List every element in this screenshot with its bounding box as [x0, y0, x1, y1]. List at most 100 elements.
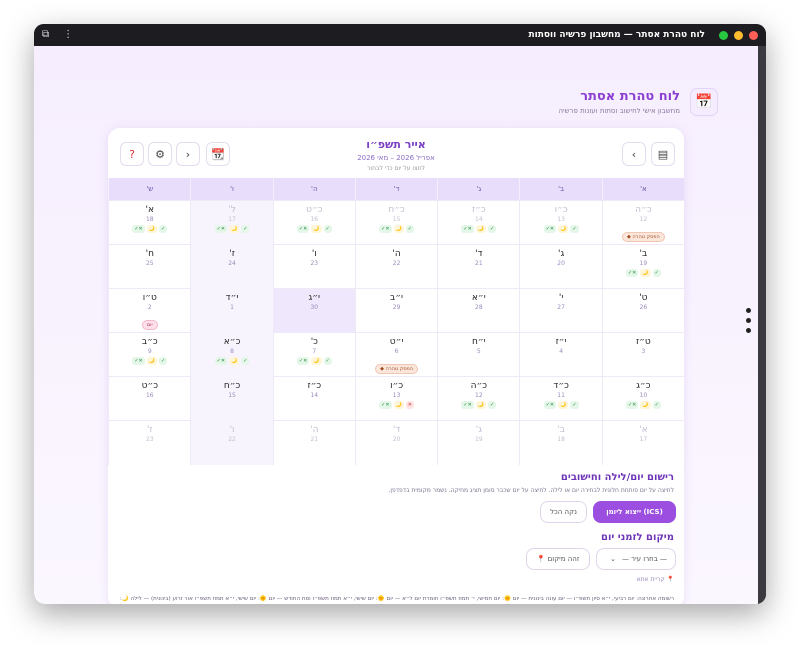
gregorian-date: 21: [310, 436, 319, 443]
calendar-day-cell[interactable]: כ״ח 15: [190, 377, 273, 421]
calendar-day-cell[interactable]: ב' 19 ✓✕ 🌙 ✓: [601, 245, 684, 289]
prev-month-button[interactable]: ‹: [622, 142, 646, 166]
calendar-day-cell[interactable]: ו' 22: [190, 421, 273, 465]
calendar-day-cell[interactable]: י״ז 4: [519, 333, 601, 377]
check-icon: ✓✕: [296, 357, 310, 365]
gregorian-date: 12: [475, 392, 483, 399]
extension-icon[interactable]: ⧉: [42, 29, 49, 40]
gregorian-date: 5: [476, 348, 481, 355]
check-icon: ✓: [158, 225, 168, 233]
gregorian-date: 15: [228, 392, 236, 399]
check-icon: ✓✕: [132, 357, 145, 365]
zoom-button[interactable]: [719, 30, 728, 40]
gregorian-date: 11: [557, 392, 565, 399]
detect-location-button[interactable]: 📍 זהה מיקום: [526, 548, 590, 570]
calendar-day-cell[interactable]: ה' 22: [354, 245, 437, 289]
month-title: אייר תשפ״ו: [366, 138, 426, 151]
gregorian-date: 23: [310, 260, 319, 267]
calendar-day-cell[interactable]: י״ט 6 הפסק טהרה ◆: [354, 333, 437, 377]
gregorian-date: 22: [392, 260, 401, 267]
location-title: מיקום לזמני יום: [600, 532, 674, 543]
calendar-day-cell[interactable]: ג' 19: [437, 421, 519, 465]
hebrew-date: ט״ו: [142, 293, 157, 303]
calendar-grid: א' ב' ג' ד' ה' ו' ש' כ״ה 12 הפסק טהרה ◆ כ״ו 13 ✓✕ 🌙 ✓…: [108, 178, 684, 465]
check-icon: ✓✕: [461, 401, 474, 409]
calendar-day-cell[interactable]: ט' 26: [601, 289, 684, 333]
gregorian-date: 14: [475, 216, 483, 223]
next-month-button[interactable]: ›: [176, 142, 200, 166]
calendar-day-cell[interactable]: כ״ז 14 ✓✕ 🌙 ✓: [437, 201, 519, 245]
hebrew-date: י״ח: [471, 337, 486, 347]
calendar-day-cell[interactable]: א' 17: [601, 421, 684, 465]
calendar-day-cell[interactable]: ח' 25: [108, 245, 190, 289]
moon-icon: 🌙: [393, 401, 404, 409]
calendar-day-cell[interactable]: כ״ב 9 ✓✕ 🌙 ✓: [108, 333, 190, 377]
settings-button[interactable]: ⚙: [148, 142, 172, 166]
calendar-day-cell[interactable]: א' 18 ✓✕ 🌙 ✓: [108, 201, 190, 245]
hebrew-date: י״ט: [389, 337, 404, 347]
hebrew-date: כ״ד: [553, 381, 569, 391]
moon-icon: 🌙: [640, 401, 651, 409]
calendar-day-cell[interactable]: ב' 18: [519, 421, 601, 465]
calendar-day-cell[interactable]: כ״ה 12 הפסק טהרה ◆: [601, 201, 684, 245]
calendar-day-cell[interactable]: כ״ט 16: [108, 377, 190, 421]
calendar-day-cell[interactable]: כ״ט 16 ✓✕ 🌙 ✓: [272, 201, 355, 245]
calendar-icon: 📆: [211, 147, 225, 161]
calendar-week-row: ט' 26 י' 27 י״א 28 י״ב 29 י״ג 30 י״ד 1 ט״ו 2 יום: [108, 288, 684, 333]
calendar-day-cell[interactable]: כ״ג 10 ✓✕ 🌙 ✓: [601, 377, 684, 421]
gregorian-date: 17: [639, 436, 648, 443]
calculation-log: רשומה אחרונה: יום רביעי, י״א סיון תשפ״ו …: [119, 596, 674, 602]
calendar-day-cell[interactable]: ו' 23: [272, 245, 355, 289]
city-select[interactable]: — בחרו עיר — ⌄: [596, 548, 676, 570]
check-icon: ✓: [405, 225, 414, 233]
calendar-day-cell[interactable]: ד' 21: [437, 245, 519, 289]
calendar-week-row: כ״ה 12 הפסק טהרה ◆ כ״ו 13 ✓✕ 🌙 ✓ כ״ז 14 ✓✕ 🌙 ✓ כ״ח 15 ✓…: [108, 200, 684, 245]
day-status-badges: ✓✕ 🌙 ✓: [191, 225, 272, 233]
calendar-day-cell[interactable]: ט״ז 3: [601, 333, 684, 377]
day-status-badges: ✓✕ 🌙 ✓: [438, 225, 519, 233]
calendar-day-cell[interactable]: כ״ח 15 ✓✕ 🌙 ✓: [354, 201, 437, 245]
gregorian-date: 19: [639, 260, 648, 267]
calendar-day-cell[interactable]: ז' 24: [190, 245, 273, 289]
more-menu-icon[interactable]: ⋮: [63, 29, 73, 40]
day-status-badges: ✓✕ 🌙 ✓: [191, 357, 272, 365]
hebrew-date: ב': [557, 425, 565, 435]
check-icon: ✓: [570, 401, 579, 409]
gregorian-date: 24: [228, 260, 236, 267]
scrollbar-track[interactable]: [758, 46, 766, 604]
minimize-button[interactable]: [734, 30, 743, 40]
clear-all-button[interactable]: נקה הכל: [540, 501, 587, 523]
calendar-day-cell[interactable]: י״א 28: [437, 289, 519, 333]
calendar-day-cell[interactable]: ג' 20: [519, 245, 601, 289]
moon-icon: 🌙: [558, 401, 569, 409]
today-button[interactable]: 📆: [206, 142, 230, 166]
calendar-day-cell[interactable]: ד' 20: [354, 421, 437, 465]
gregorian-date: 15: [392, 216, 401, 223]
calendar-day-cell[interactable]: כ״ה 12 ✓✕ 🌙 ✓: [437, 377, 519, 421]
calendar-day-cell[interactable]: י' 27: [519, 289, 601, 333]
close-button[interactable]: [749, 30, 758, 40]
page-viewport[interactable]: 📅 לוח טהרת אסתר מחשבון אישי לחישוב וסתות…: [34, 46, 758, 604]
calendar-day-cell[interactable]: ז' 23: [108, 421, 190, 465]
export-ics-button[interactable]: ייצוא ליומן (ICS): [593, 501, 676, 523]
calendar-day-cell[interactable]: י״ח 5: [437, 333, 519, 377]
list-view-button[interactable]: ▤: [651, 142, 675, 166]
help-button[interactable]: ?: [120, 142, 144, 166]
day-status-badges: ✓✕ 🌙 ✓: [520, 401, 601, 409]
calendar-day-cell[interactable]: ט״ו 2 יום: [108, 289, 190, 333]
calendar-day-cell[interactable]: כ״ד 11 ✓✕ 🌙 ✓: [519, 377, 601, 421]
calendar-day-cell[interactable]: כ״ו 13 ✓✕ 🌙 ✕: [354, 377, 437, 421]
calendar-day-cell[interactable]: ל' 17 ✓✕ 🌙 ✓: [190, 201, 273, 245]
calendar-day-cell[interactable]: ה' 21: [272, 421, 355, 465]
calendar-day-cell[interactable]: כ״א 8 ✓✕ 🌙 ✓: [190, 333, 273, 377]
calendar-day-cell[interactable]: כ״ו 13 ✓✕ 🌙 ✓: [519, 201, 601, 245]
moon-icon: 🌙: [229, 225, 240, 233]
calendar-day-cell[interactable]: י״ד 1: [190, 289, 273, 333]
side-menu-icon[interactable]: [746, 308, 751, 333]
calendar-day-cell[interactable]: כ' 7 ✓✕ 🌙 ✓: [272, 333, 355, 377]
chevron-left-icon: ‹: [631, 147, 637, 161]
calendar-day-cell[interactable]: כ״ז 14: [272, 377, 355, 421]
calendar-day-cell[interactable]: י״ג 30: [272, 289, 355, 333]
check-icon: ✓: [323, 225, 332, 233]
calendar-day-cell[interactable]: י״ב 29: [354, 289, 437, 333]
